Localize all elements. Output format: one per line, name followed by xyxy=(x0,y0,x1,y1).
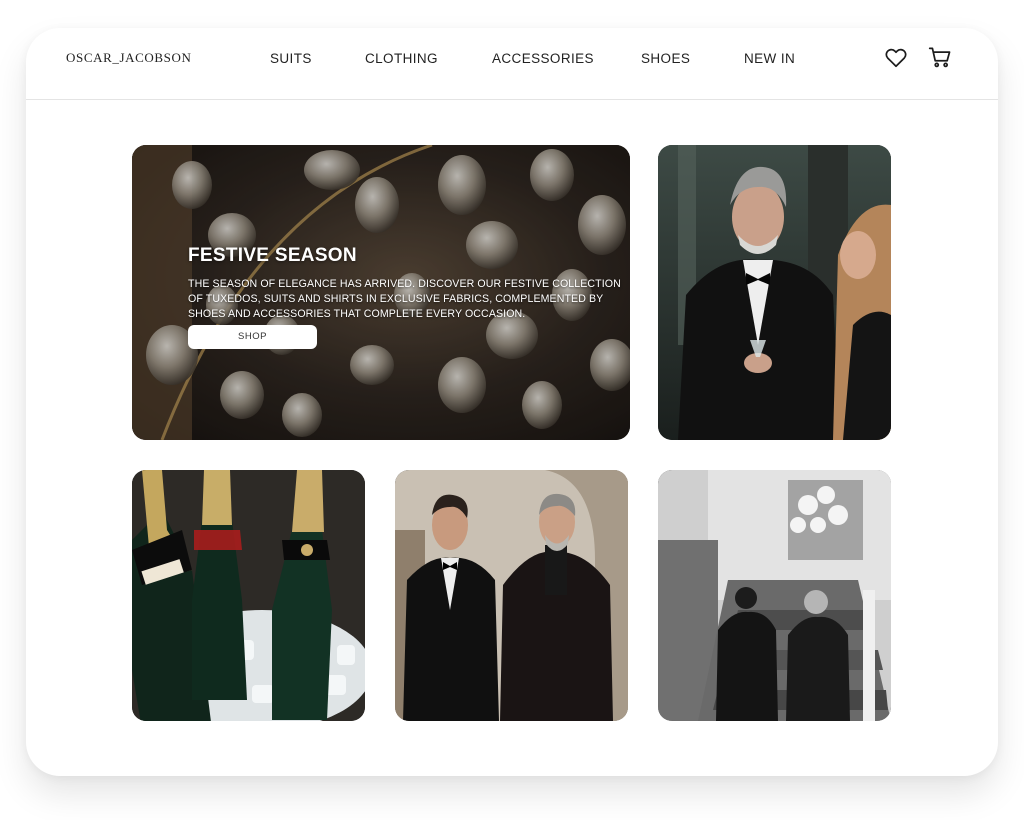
nav-item-shoes[interactable]: SHOES xyxy=(641,51,690,66)
staircase-black-white-photo xyxy=(658,470,891,721)
site-header: OSCAR_JACOBSON SUITS CLOTHING ACCESSORIE… xyxy=(26,28,998,100)
nav-item-accessories[interactable]: ACCESSORIES xyxy=(492,51,594,66)
nav-item-suits[interactable]: SUITS xyxy=(270,51,312,66)
tile-man-in-tuxedo[interactable] xyxy=(658,145,891,440)
nav-item-clothing[interactable]: CLOTHING xyxy=(365,51,438,66)
hero-banner[interactable]: FESTIVE SEASON THE SEASON OF ELEGANCE HA… xyxy=(132,145,630,440)
champagne-bottles-photo xyxy=(132,470,365,721)
browser-frame: OSCAR_JACOBSON SUITS CLOTHING ACCESSORIE… xyxy=(26,28,998,776)
hero-description: THE SEASON OF ELEGANCE HAS ARRIVED. DISC… xyxy=(188,278,621,321)
brand-logo[interactable]: OSCAR_JACOBSON xyxy=(66,50,191,66)
two-men-evening-wear-photo xyxy=(395,470,628,721)
man-in-tuxedo-photo xyxy=(658,145,891,440)
tile-staircase[interactable] xyxy=(658,470,891,721)
cart-icon[interactable] xyxy=(927,44,953,70)
nav-item-new-in[interactable]: NEW IN xyxy=(744,51,795,66)
tile-champagne[interactable] xyxy=(132,470,365,721)
heart-icon[interactable] xyxy=(883,44,909,70)
tile-two-men[interactable] xyxy=(395,470,628,721)
hero-title: FESTIVE SEASON xyxy=(188,245,357,266)
shop-button[interactable]: SHOP xyxy=(188,325,317,349)
hero-text-block: FESTIVE SEASON THE SEASON OF ELEGANCE HA… xyxy=(188,245,628,323)
